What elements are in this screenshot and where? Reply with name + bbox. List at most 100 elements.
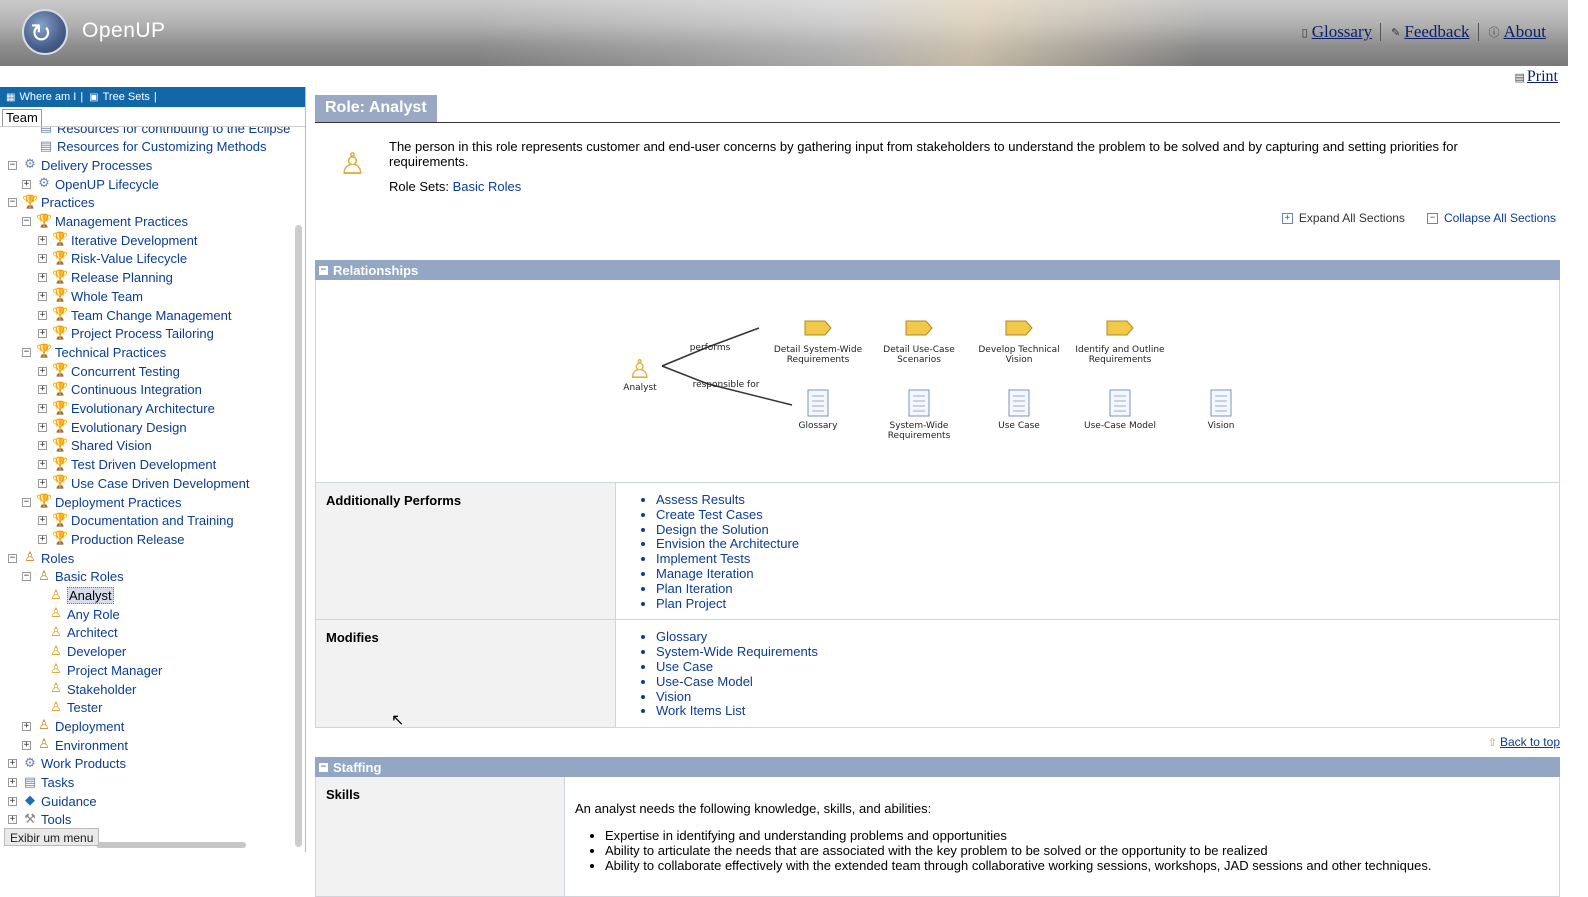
tree-item[interactable]: + ▤ Tasks	[8, 774, 74, 792]
expand-node-icon[interactable]: +	[38, 310, 47, 320]
tree-horizontal-scrollbar[interactable]	[96, 842, 246, 848]
work-product-link[interactable]: System-Wide Requirements	[656, 644, 818, 659]
back-to-top-link[interactable]: Back to top	[1500, 735, 1560, 749]
document-icon[interactable]	[1109, 389, 1131, 417]
expand-node-icon[interactable]: +	[38, 254, 47, 264]
task-icon[interactable]	[804, 320, 832, 336]
expand-node-icon[interactable]: +	[22, 740, 31, 750]
expand-node-icon[interactable]: +	[38, 385, 47, 395]
tree-item[interactable]: − 🏆 Management Practices	[22, 213, 188, 231]
tree-item[interactable]: + 🏆 Risk-Value Lifecycle	[38, 250, 187, 268]
expand-node-icon[interactable]: +	[38, 366, 47, 376]
glossary-link[interactable]: Glossary	[1312, 22, 1372, 42]
expand-node-icon[interactable]: +	[8, 796, 17, 806]
tree-item[interactable]: + 🏆 Team Change Management	[38, 306, 231, 324]
collapse-node-icon[interactable]: −	[22, 497, 31, 507]
tree-item[interactable]: + 🏆 Use Case Driven Development	[38, 474, 249, 492]
analyst-role-icon[interactable]: ♙	[628, 355, 651, 385]
expand-node-icon[interactable]: +	[38, 422, 47, 432]
about-link[interactable]: About	[1504, 22, 1547, 42]
expand-node-icon[interactable]: +	[38, 516, 47, 526]
expand-node-icon[interactable]: +	[38, 404, 47, 413]
expand-node-icon[interactable]: +	[38, 235, 47, 245]
tree-item[interactable]: ▤ Resources for contributing to the Eclip…	[38, 127, 294, 137]
tree-item[interactable]: + 🏆 Continuous Integration	[38, 381, 202, 399]
relationships-section-header[interactable]: − Relationships	[315, 260, 1560, 280]
tree-item[interactable]: + 🏆 Shared Vision	[38, 437, 152, 455]
tree-item[interactable]: + 🏆 Documentation and Training	[38, 512, 234, 530]
feedback-link[interactable]: Feedback	[1404, 22, 1469, 42]
collapse-node-icon[interactable]: −	[8, 198, 17, 208]
tree-sets-button[interactable]: ▣ Tree Sets |	[89, 91, 157, 103]
expand-node-icon[interactable]: +	[38, 291, 47, 301]
tree-item[interactable]: − 🏆 Deployment Practices	[22, 493, 181, 511]
staffing-section-header[interactable]: − Staffing	[315, 757, 1560, 778]
where-am-i-button[interactable]: ▦ Where am I |	[6, 91, 83, 103]
collapse-node-icon[interactable]: −	[22, 347, 31, 357]
task-link[interactable]: Create Test Cases	[656, 507, 763, 522]
document-icon[interactable]	[1008, 389, 1030, 417]
tree-item[interactable]: + ♙ Environment	[22, 736, 128, 754]
tree-item[interactable]: − 🏆 Practices	[8, 194, 94, 212]
tree-item[interactable]: + 🏆 Test Driven Development	[38, 456, 216, 474]
tree-item[interactable]: + 🏆 Production Release	[38, 530, 184, 548]
tree-item[interactable]: ♙ Stakeholder	[48, 680, 136, 698]
tree-item[interactable]: + 🏆 Release Planning	[38, 269, 173, 287]
tree-item[interactable]: − ♙ Basic Roles	[22, 568, 124, 586]
tree-item[interactable]: ♙ Developer	[48, 643, 126, 661]
collapse-node-icon[interactable]: −	[8, 553, 17, 563]
tab-team[interactable]: Team	[2, 109, 42, 126]
expand-all-button[interactable]: + Expand All Sections	[1281, 211, 1405, 225]
expand-node-icon[interactable]: +	[38, 273, 47, 283]
collapse-node-icon[interactable]: −	[22, 572, 31, 582]
tree-item[interactable]: ♙ Architect	[48, 624, 117, 642]
work-product-link[interactable]: Use-Case Model	[656, 674, 753, 689]
expand-node-icon[interactable]: +	[38, 534, 47, 544]
tree-item[interactable]: + 🏆 Concurrent Testing	[38, 362, 180, 380]
tree-item[interactable]: + 🏆 Evolutionary Architecture	[38, 400, 215, 418]
tree-item[interactable]: + 🏆 Evolutionary Design	[38, 418, 187, 436]
tree-item[interactable]: + 🏆 Whole Team	[38, 287, 143, 305]
task-icon[interactable]	[905, 320, 933, 336]
document-icon[interactable]	[807, 389, 829, 417]
task-link[interactable]: Plan Iteration	[656, 581, 733, 596]
task-link[interactable]: Design the Solution	[656, 522, 769, 537]
tree-item[interactable]: ▤ Resources for Customizing Methods	[38, 138, 267, 156]
expand-node-icon[interactable]: +	[22, 721, 31, 731]
expand-node-icon[interactable]: +	[8, 778, 17, 787]
tree-item[interactable]: ♙ Tester	[48, 699, 102, 717]
document-icon[interactable]	[908, 389, 930, 417]
tree-item[interactable]: + ♙ Deployment	[22, 717, 124, 735]
expand-node-icon[interactable]: +	[22, 179, 31, 189]
collapse-node-icon[interactable]: −	[22, 217, 31, 226]
task-link[interactable]: Manage Iteration	[656, 566, 754, 581]
tree-vertical-scrollbar[interactable]	[295, 225, 302, 847]
collapse-all-button[interactable]: − Collapse All Sections	[1426, 211, 1556, 225]
task-link[interactable]: Plan Project	[656, 596, 726, 611]
task-link[interactable]: Implement Tests	[656, 551, 750, 566]
expand-node-icon[interactable]: +	[38, 329, 47, 339]
work-product-link[interactable]: Vision	[656, 689, 691, 704]
work-product-link[interactable]: Use Case	[656, 659, 713, 674]
task-link[interactable]: Assess Results	[656, 492, 745, 507]
expand-node-icon[interactable]: +	[38, 478, 47, 488]
work-product-link[interactable]: Work Items List	[656, 703, 745, 718]
tree-item[interactable]: − ♙ Roles	[8, 549, 74, 567]
tree-item[interactable]: + ⚒ Tools	[8, 811, 71, 829]
print-link[interactable]: Print	[1527, 68, 1558, 85]
tree-item[interactable]: + ◆ Guidance	[8, 792, 97, 810]
document-icon[interactable]	[1210, 389, 1232, 417]
tree-item[interactable]: ♙ Analyst	[48, 587, 114, 605]
collapse-node-icon[interactable]: −	[8, 160, 17, 170]
role-set-link[interactable]: Basic Roles	[453, 179, 522, 194]
expand-node-icon[interactable]: +	[8, 815, 17, 825]
tree-item[interactable]: ♙ Any Role	[48, 605, 120, 623]
task-icon[interactable]	[1005, 320, 1033, 336]
task-link[interactable]: Envision the Architecture	[656, 536, 799, 551]
tree-item[interactable]: ♙ Project Manager	[48, 661, 162, 679]
expand-node-icon[interactable]: +	[38, 460, 47, 470]
tree-item[interactable]: + ⚙ Work Products	[8, 755, 126, 773]
tree-item[interactable]: − ⚙ Delivery Processes	[8, 156, 152, 174]
tree-item[interactable]: − 🏆 Technical Practices	[22, 343, 166, 361]
tree-item[interactable]: + 🏆 Iterative Development	[38, 231, 197, 249]
